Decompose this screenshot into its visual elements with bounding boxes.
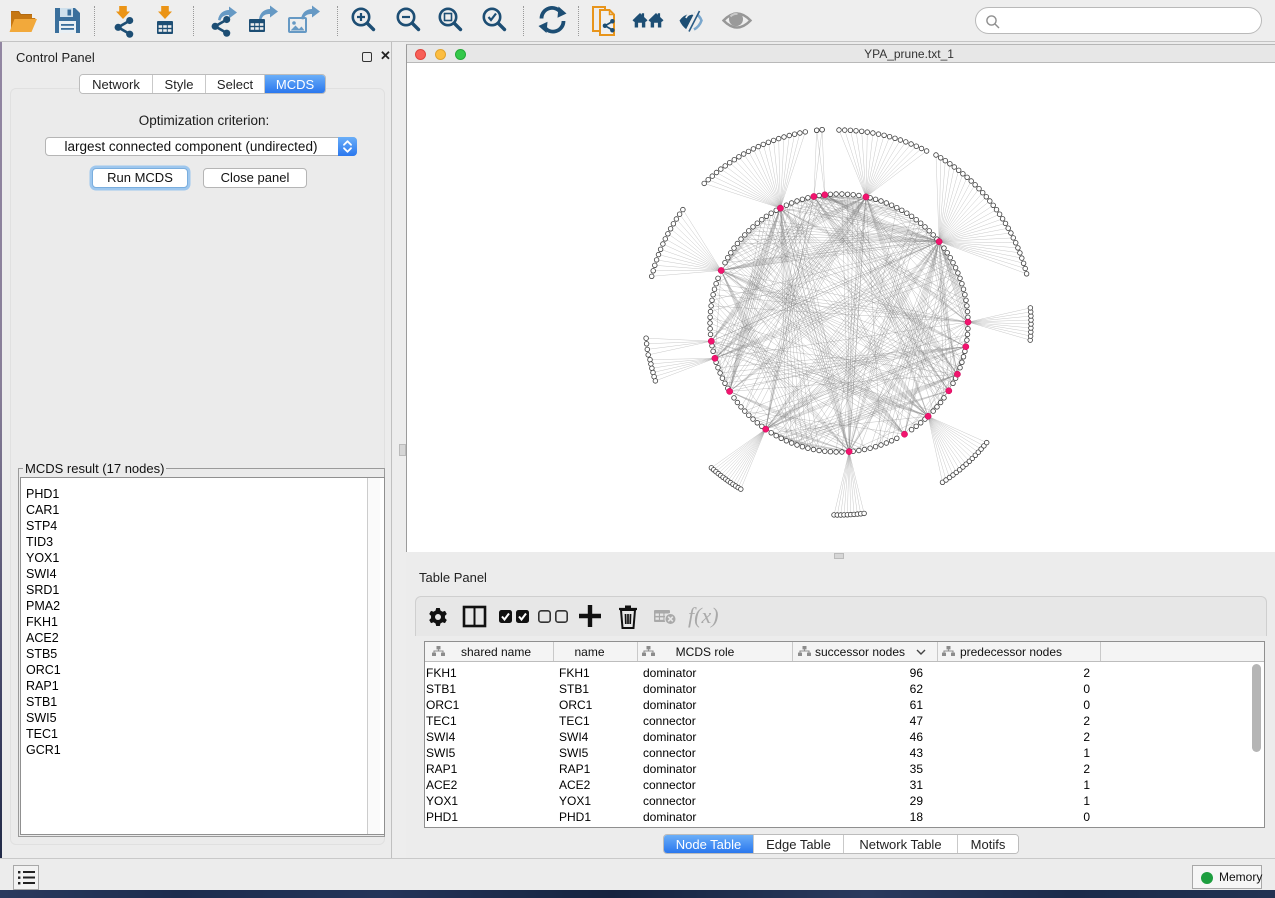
svg-text:f(x): f(x) — [688, 603, 719, 628]
